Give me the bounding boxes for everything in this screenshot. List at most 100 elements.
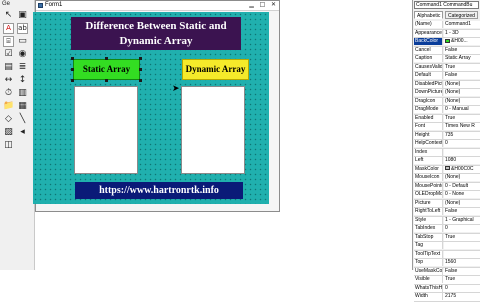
property-row[interactable]: HelpContextID0 (414, 140, 480, 149)
property-row[interactable]: TabIndex 0 (414, 225, 480, 234)
shape-icon[interactable]: ◇ (3, 114, 14, 125)
property-value[interactable]: Times New R (444, 123, 480, 130)
property-row[interactable]: MousePointer 0 - Default (414, 182, 480, 191)
maximize-icon[interactable]: □ (257, 1, 268, 9)
data-icon[interactable]: ◂ (17, 127, 28, 138)
listbox-icon[interactable]: ≣ (17, 62, 28, 73)
property-row[interactable]: DragMode 0 - Manual (414, 106, 480, 115)
property-row[interactable]: Caption Static Array (414, 55, 480, 64)
selection-handle[interactable] (71, 57, 74, 60)
property-value[interactable]: 1 - Graphical (444, 216, 480, 224)
checkbox-icon[interactable]: ☑ (3, 49, 14, 60)
minimize-icon[interactable]: ▁ (246, 1, 257, 9)
drivelistbox-icon[interactable]: ▥ (17, 88, 28, 99)
property-row[interactable]: CausesValidatiTrue (414, 63, 480, 72)
property-value[interactable]: Command1 (444, 21, 480, 28)
dynamic-array-button[interactable]: Dynamic Array (182, 59, 249, 80)
vscrollbar-icon[interactable]: ↕ (17, 75, 28, 86)
selection-handle[interactable] (139, 57, 142, 60)
tab-alphabetic[interactable]: Alphabetic (414, 11, 444, 19)
combobox-icon[interactable]: ▤ (3, 62, 14, 73)
property-value[interactable]: True (444, 233, 480, 241)
property-row[interactable]: Left 1080 (414, 157, 480, 166)
property-value[interactable] (444, 148, 480, 156)
textbox-icon[interactable]: ab (17, 23, 28, 34)
property-value[interactable]: (None) (444, 174, 480, 181)
property-value[interactable]: False (444, 208, 480, 215)
pointer-icon[interactable]: ↖ (3, 10, 14, 21)
property-row[interactable]: Appearance 1 - 3D (414, 29, 480, 38)
property-value[interactable]: 1 - 3D (444, 29, 480, 37)
optionbutton-icon[interactable]: ◉ (17, 49, 28, 60)
property-value[interactable]: Static Array (444, 55, 480, 62)
property-value[interactable]: False (444, 267, 480, 275)
dynamic-array-listbox[interactable] (181, 86, 245, 174)
property-row[interactable]: Picture (None) (414, 199, 480, 208)
title-label[interactable]: Difference Between Static and Dynamic Ar… (71, 17, 241, 50)
property-value[interactable]: 2175 (444, 293, 480, 300)
property-value[interactable]: True (444, 114, 480, 122)
property-value[interactable]: True (444, 276, 480, 283)
ole-icon[interactable]: ◫ (3, 140, 14, 151)
property-value[interactable]: False (444, 72, 480, 79)
static-array-button[interactable]: Static Array (73, 59, 140, 80)
static-array-listbox[interactable] (74, 86, 138, 174)
frame-icon[interactable]: ⌸ (3, 36, 14, 47)
property-row[interactable]: DragIcon (None) (414, 97, 480, 106)
selection-handle[interactable] (105, 79, 108, 82)
selection-handle[interactable] (71, 68, 74, 71)
property-row[interactable]: MouseIcon (None) (414, 174, 480, 183)
property-value[interactable]: False (444, 46, 480, 54)
commandbutton-icon[interactable]: ▭ (17, 36, 28, 47)
property-row[interactable]: Cancel False (414, 46, 480, 55)
property-row[interactable]: Visible True (414, 276, 480, 285)
property-value[interactable]: 0 (444, 225, 480, 232)
property-row[interactable]: DisabledPicture(None) (414, 80, 480, 89)
property-value[interactable]: &H00C0C (444, 165, 480, 173)
object-selector-combo[interactable]: Command1 CommandBu (414, 1, 479, 9)
property-value[interactable]: 1080 (444, 157, 480, 164)
property-row[interactable]: (Name) Command1 (414, 21, 480, 30)
property-value[interactable] (444, 250, 480, 258)
property-value[interactable]: (None) (444, 199, 480, 207)
tab-categorized[interactable]: Categorized (445, 11, 478, 19)
property-value[interactable]: 735 (444, 131, 480, 139)
property-value[interactable]: &H00... (444, 38, 480, 45)
property-row[interactable]: Default False (414, 72, 480, 81)
property-row[interactable]: OLEDropMode0 - None (414, 191, 480, 200)
selection-handle[interactable] (105, 57, 108, 60)
property-value[interactable]: (None) (444, 89, 480, 96)
selection-handle[interactable] (71, 79, 74, 82)
property-row[interactable]: Index (414, 148, 480, 157)
property-row[interactable]: Style 1 - Graphical (414, 216, 480, 225)
dirlistbox-icon[interactable]: 📁 (3, 101, 14, 112)
property-value[interactable]: 1560 (444, 259, 480, 266)
property-row[interactable]: Enabled True (414, 114, 480, 123)
property-row[interactable]: ToolTipText (414, 250, 480, 259)
property-row[interactable]: BackColor &H00... (414, 38, 480, 47)
close-icon[interactable]: ✕ (268, 1, 279, 9)
selection-handle[interactable] (139, 68, 142, 71)
property-row[interactable]: TabStop True (414, 233, 480, 242)
property-row[interactable]: RightToLeft False (414, 208, 480, 217)
property-value[interactable]: (None) (444, 97, 480, 105)
property-row[interactable]: Top 1560 (414, 259, 480, 268)
property-value[interactable]: 0 - Manual (444, 106, 480, 113)
property-value[interactable] (444, 242, 480, 249)
property-row[interactable]: MaskColor &H00C0C (414, 165, 480, 174)
property-row[interactable]: Font Times New R (414, 123, 480, 132)
property-row[interactable]: Tag (414, 242, 480, 251)
property-row[interactable]: Height 735 (414, 131, 480, 140)
hscrollbar-icon[interactable]: ↔ (3, 75, 14, 86)
property-value[interactable]: 0 - None (444, 191, 480, 198)
property-row[interactable]: UseMaskColorFalse (414, 267, 480, 276)
form-titlebar[interactable]: Form1 ▁ □ ✕ (36, 1, 279, 11)
filelistbox-icon[interactable]: ▦ (17, 101, 28, 112)
property-value[interactable]: 0 (444, 284, 480, 292)
property-row[interactable]: Width 2175 (414, 293, 480, 302)
property-value[interactable]: 0 - Default (444, 182, 480, 190)
property-row[interactable]: WhatsThisHelpI0 (414, 284, 480, 293)
timer-icon[interactable]: ⏱ (3, 88, 14, 99)
property-value[interactable]: True (444, 63, 480, 71)
selection-handle[interactable] (139, 79, 142, 82)
